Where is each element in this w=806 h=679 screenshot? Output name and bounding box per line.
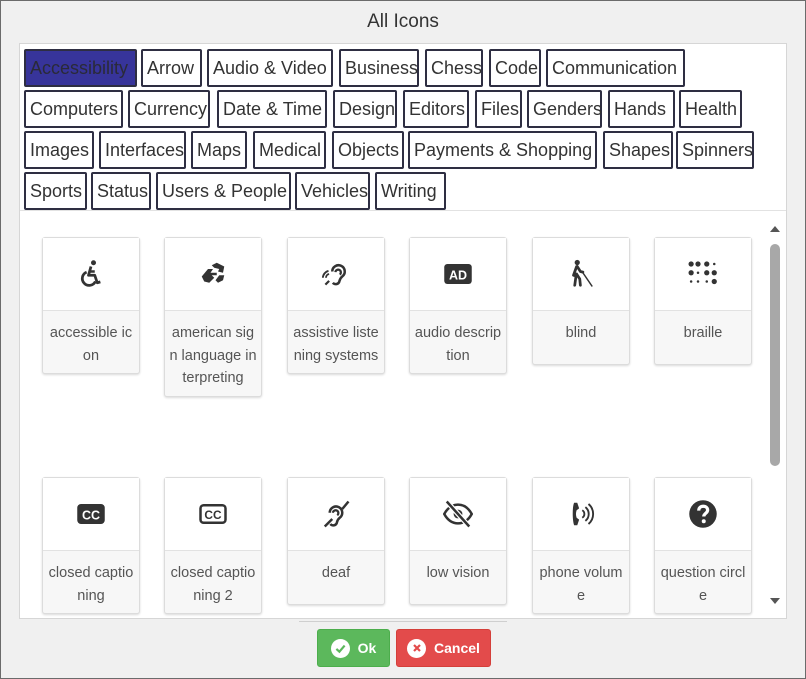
- icon-card[interactable]: low vision: [409, 477, 507, 605]
- scrollbar[interactable]: [768, 222, 782, 612]
- category-vehicles[interactable]: Vehicles: [295, 172, 370, 210]
- icon-card[interactable]: CC closed captioning: [42, 477, 140, 614]
- category-objects[interactable]: Objects: [332, 131, 404, 169]
- icon-panel: Accessibility Arrow Audio & Video Business C…: [19, 43, 787, 619]
- cancel-button[interactable]: Cancel: [396, 629, 491, 667]
- category-currency[interactable]: Currency: [128, 90, 210, 128]
- sign-language-icon: [165, 238, 261, 311]
- icon-card[interactable]: question circle: [654, 477, 752, 614]
- icon-label: braille: [683, 325, 723, 341]
- category-sports[interactable]: Sports: [24, 172, 87, 210]
- category-hands[interactable]: Hands: [608, 90, 675, 128]
- category-writing[interactable]: Writing: [375, 172, 446, 210]
- scrollbar-thumb[interactable]: [770, 244, 780, 466]
- icon-label: phone volume: [539, 565, 623, 604]
- category-health[interactable]: Health: [679, 90, 742, 128]
- category-arrow[interactable]: Arrow: [141, 49, 202, 87]
- phone-volume-icon: [533, 478, 629, 551]
- scroll-down-arrow-icon[interactable]: [770, 598, 780, 604]
- low-vision-icon: [410, 478, 506, 551]
- category-design[interactable]: Design: [333, 90, 397, 128]
- scroll-up-arrow-icon[interactable]: [770, 226, 780, 232]
- svg-text:CC: CC: [82, 508, 100, 522]
- audio-description-icon: AD: [410, 238, 506, 311]
- icon-card[interactable]: american sign language interpreting: [164, 237, 262, 397]
- icon-label: closed captioning: [48, 565, 134, 604]
- category-date-time[interactable]: Date & Time: [217, 90, 327, 128]
- divider: [20, 210, 786, 211]
- category-maps[interactable]: Maps: [191, 131, 247, 169]
- cancel-label: Cancel: [434, 640, 480, 656]
- icon-label: low vision: [426, 565, 490, 581]
- icon-label: accessible icon: [49, 325, 133, 364]
- icon-card[interactable]: CC closed captioning 2: [164, 477, 262, 614]
- icon-card[interactable]: blind: [532, 237, 630, 365]
- dialog-title: All Icons: [367, 11, 439, 32]
- icon-label: question circle: [660, 565, 746, 604]
- category-business[interactable]: Business: [339, 49, 419, 87]
- check-icon: [330, 638, 350, 658]
- category-status[interactable]: Status: [91, 172, 151, 210]
- category-spinners[interactable]: Spinners: [676, 131, 754, 169]
- category-shapes[interactable]: Shapes: [603, 131, 673, 169]
- closed-captioning-icon: CC: [43, 478, 139, 551]
- icon-card[interactable]: braille: [654, 237, 752, 365]
- wheelchair-icon: [43, 238, 139, 311]
- icon-card[interactable]: assistive listening systems: [287, 237, 385, 374]
- icon-label: assistive listening systems: [293, 325, 379, 364]
- blind-person-icon: [533, 238, 629, 311]
- svg-text:AD: AD: [449, 268, 467, 282]
- category-genders[interactable]: Genders: [527, 90, 602, 128]
- category-interfaces[interactable]: Interfaces: [99, 131, 186, 169]
- category-payments-shopping[interactable]: Payments & Shopping: [408, 131, 597, 169]
- icon-label: american sign language interpreting: [169, 325, 257, 386]
- category-editors[interactable]: Editors: [403, 90, 469, 128]
- icon-card[interactable]: AD audio description: [409, 237, 507, 374]
- divider: [299, 621, 507, 622]
- icon-label: closed captioning 2: [170, 565, 256, 604]
- category-accessibility[interactable]: Accessibility: [24, 49, 137, 87]
- svg-text:CC: CC: [204, 508, 222, 522]
- question-circle-icon: [655, 478, 751, 551]
- close-icon: [407, 638, 427, 658]
- icon-card[interactable]: deaf: [287, 477, 385, 605]
- icon-card[interactable]: phone volume: [532, 477, 630, 614]
- icon-label: deaf: [321, 565, 351, 581]
- deaf-icon: [288, 478, 384, 551]
- category-chess[interactable]: Chess: [425, 49, 483, 87]
- icon-grid[interactable]: accessible icon american sign language in…: [20, 212, 786, 617]
- closed-captioning-outline-icon: CC: [165, 478, 261, 551]
- ok-label: Ok: [357, 640, 377, 656]
- braille-icon: [655, 238, 751, 311]
- category-images[interactable]: Images: [24, 131, 94, 169]
- assistive-listening-icon: [288, 238, 384, 311]
- category-code[interactable]: Code: [489, 49, 541, 87]
- icon-card[interactable]: accessible icon: [42, 237, 140, 374]
- icon-label: blind: [565, 325, 597, 341]
- category-users-people[interactable]: Users & People: [156, 172, 291, 210]
- icon-label: audio description: [414, 325, 502, 364]
- category-computers[interactable]: Computers: [24, 90, 123, 128]
- category-communication[interactable]: Communication: [546, 49, 685, 87]
- ok-button[interactable]: Ok: [317, 629, 390, 667]
- category-files[interactable]: Files: [475, 90, 522, 128]
- category-audio-video[interactable]: Audio & Video: [207, 49, 333, 87]
- icon-picker-dialog: All Icons Accessibility Arrow Audio & Vide…: [0, 0, 806, 679]
- category-medical[interactable]: Medical: [253, 131, 326, 169]
